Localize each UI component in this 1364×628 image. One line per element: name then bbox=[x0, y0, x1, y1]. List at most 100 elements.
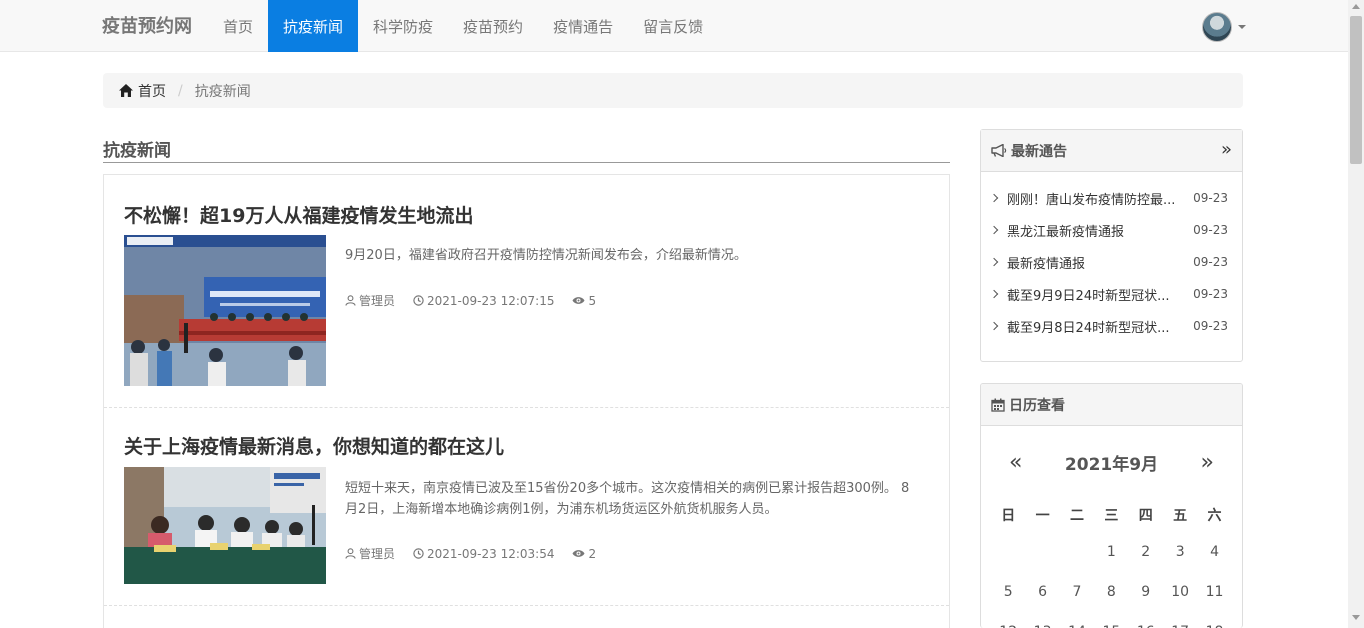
nav-notices[interactable]: 疫情通告 bbox=[538, 0, 628, 52]
calendar-day[interactable]: 6 bbox=[1025, 572, 1059, 612]
calendar-day[interactable]: 3 bbox=[1163, 532, 1197, 572]
scrollbar-thumb[interactable] bbox=[1350, 16, 1362, 164]
breadcrumb: 首页 / 抗疫新闻 bbox=[103, 73, 1243, 108]
notice-item[interactable]: 黑龙江最新疫情通报 09-23 bbox=[981, 214, 1242, 246]
calendar-icon bbox=[991, 398, 1005, 412]
calendar-day[interactable]: 1 bbox=[1094, 532, 1128, 572]
notice-item[interactable]: 截至9月9日24时新型冠状... 09-23 bbox=[981, 278, 1242, 310]
notice-date: 09-23 bbox=[1193, 191, 1228, 205]
calendar-day[interactable]: 17 bbox=[1163, 612, 1197, 628]
main-nav: 首页 抗疫新闻 科学防疫 疫苗预约 疫情通告 留言反馈 bbox=[208, 0, 718, 52]
news-meta: 管理员 2021-09-23 12:07:15 5 bbox=[345, 292, 614, 309]
news-thumbnail[interactable] bbox=[124, 467, 326, 584]
chevron-right-icon bbox=[989, 257, 999, 267]
news-list: 不松懈！超19万人从福建疫情发生地流出 9月20日，福建省政府召开疫情防控情况新… bbox=[103, 174, 950, 628]
calendar-day[interactable]: 13 bbox=[1025, 612, 1059, 628]
news-views: 2 bbox=[588, 546, 597, 561]
notice-title[interactable]: 截至9月9日24时新型冠状... bbox=[1007, 285, 1183, 304]
calendar-day[interactable]: 2 bbox=[1129, 532, 1163, 572]
breadcrumb-current: 抗疫新闻 bbox=[194, 83, 251, 100]
brand-logo[interactable]: 疫苗预约网 bbox=[102, 0, 192, 52]
calendar-day[interactable]: 15 bbox=[1094, 612, 1128, 628]
nav-vaccine-booking[interactable]: 疫苗预约 bbox=[448, 0, 538, 52]
caret-down-icon bbox=[1238, 25, 1246, 29]
calendar-day[interactable]: 9 bbox=[1129, 572, 1163, 612]
calendar-day[interactable]: 12 bbox=[991, 612, 1025, 628]
calendar-day[interactable]: 16 bbox=[1129, 612, 1163, 628]
notice-date: 09-23 bbox=[1193, 319, 1228, 333]
calendar-panel: 日历查看 « 2021年9月 » 日 一 二 三 四 五 六 1 2 3 4 5… bbox=[980, 383, 1243, 628]
news-datetime: 2021-09-23 12:03:54 bbox=[427, 546, 555, 561]
nav-home[interactable]: 首页 bbox=[208, 0, 268, 52]
weekday-label: 一 bbox=[1035, 508, 1050, 524]
calendar-day-empty bbox=[1025, 532, 1059, 572]
notice-item[interactable]: 截至9月8日24时新型冠状... 09-23 bbox=[981, 310, 1242, 342]
calendar-month: 2021年9月 bbox=[1064, 454, 1159, 475]
nav-prevention[interactable]: 科学防疫 bbox=[358, 0, 448, 52]
news-author: 管理员 bbox=[359, 294, 396, 308]
notice-date: 09-23 bbox=[1193, 255, 1228, 269]
more-chevrons-icon[interactable]: » bbox=[1221, 141, 1232, 159]
notice-date: 09-23 bbox=[1193, 223, 1228, 237]
calendar-day[interactable]: 14 bbox=[1060, 612, 1094, 628]
user-icon bbox=[345, 548, 356, 559]
scroll-up-arrow-icon[interactable] bbox=[1352, 4, 1360, 9]
calendar-day[interactable]: 5 bbox=[991, 572, 1025, 612]
weekday-label: 六 bbox=[1207, 508, 1222, 524]
home-icon bbox=[119, 84, 133, 97]
calendar-day[interactable]: 10 bbox=[1163, 572, 1197, 612]
notice-title[interactable]: 截至9月8日24时新型冠状... bbox=[1007, 317, 1183, 336]
user-menu[interactable] bbox=[1202, 12, 1246, 42]
calendar-grid: 日 一 二 三 四 五 六 1 2 3 4 5 6 7 8 9 10 11 12… bbox=[981, 498, 1242, 628]
notice-title[interactable]: 刚刚！唐山发布疫情防控最... bbox=[1007, 189, 1183, 208]
notice-item[interactable]: 刚刚！唐山发布疫情防控最... 09-23 bbox=[981, 182, 1242, 214]
news-title[interactable]: 不松懈！超19万人从福建疫情发生地流出 bbox=[124, 201, 473, 228]
scrollbar[interactable] bbox=[1348, 0, 1364, 628]
news-author: 管理员 bbox=[359, 547, 396, 561]
notice-list: 刚刚！唐山发布疫情防控最... 09-23 黑龙江最新疫情通报 09-23 最新疫情… bbox=[981, 172, 1242, 342]
notices-title: 最新通告 bbox=[1011, 143, 1067, 160]
breadcrumb-home-link[interactable]: 首页 bbox=[138, 81, 166, 101]
chevron-right-icon bbox=[989, 289, 999, 299]
calendar-panel-header: 日历查看 bbox=[981, 384, 1242, 426]
weekday-label: 四 bbox=[1138, 508, 1153, 524]
news-thumbnail[interactable] bbox=[124, 235, 326, 386]
calendar-day[interactable]: 18 bbox=[1197, 612, 1231, 628]
news-title[interactable]: 关于上海疫情最新消息，你想知道的都在这儿 bbox=[124, 432, 504, 459]
nav-news[interactable]: 抗疫新闻 bbox=[268, 0, 359, 52]
megaphone-icon bbox=[991, 144, 1007, 157]
calendar-day[interactable]: 11 bbox=[1197, 572, 1231, 612]
notice-title[interactable]: 最新疫情通报 bbox=[1007, 253, 1183, 272]
next-month-icon[interactable]: » bbox=[1201, 450, 1214, 475]
weekday-label: 五 bbox=[1173, 508, 1188, 524]
calendar-day[interactable]: 7 bbox=[1060, 572, 1094, 612]
calendar-day-empty bbox=[1060, 532, 1094, 572]
notice-item[interactable]: 最新疫情通报 09-23 bbox=[981, 246, 1242, 278]
user-icon bbox=[345, 295, 356, 306]
notice-title[interactable]: 黑龙江最新疫情通报 bbox=[1007, 221, 1183, 240]
avatar[interactable] bbox=[1202, 12, 1232, 42]
calendar-day-empty bbox=[991, 532, 1025, 572]
weekday-label: 二 bbox=[1069, 508, 1084, 524]
news-views: 5 bbox=[588, 293, 597, 308]
news-item[interactable]: 不松懈！超19万人从福建疫情发生地流出 9月20日，福建省政府召开疫情防控情况新… bbox=[104, 175, 949, 408]
news-item[interactable]: 关于上海疫情最新消息，你想知道的都在这儿 短短十来天，南京疫情已波及至15省份2… bbox=[104, 408, 949, 606]
news-description: 短短十来天，南京疫情已波及至15省份20多个城市。这次疫情相关的病例已累计报告超… bbox=[345, 481, 910, 517]
clock-icon bbox=[413, 548, 424, 559]
chevron-right-icon bbox=[989, 321, 999, 331]
nav-feedback[interactable]: 留言反馈 bbox=[628, 0, 718, 52]
navbar: 疫苗预约网 首页 抗疫新闻 科学防疫 疫苗预约 疫情通告 留言反馈 bbox=[0, 0, 1348, 52]
chevron-right-icon bbox=[989, 193, 999, 203]
notices-panel: 最新通告 » 刚刚！唐山发布疫情防控最... 09-23 黑龙江最新疫情通报 09-… bbox=[980, 129, 1243, 362]
notices-panel-header: 最新通告 » bbox=[981, 130, 1242, 172]
scroll-down-arrow-icon[interactable] bbox=[1352, 615, 1360, 620]
weekday-label: 三 bbox=[1104, 508, 1119, 524]
news-datetime: 2021-09-23 12:07:15 bbox=[427, 293, 555, 308]
notice-date: 09-23 bbox=[1193, 287, 1228, 301]
calendar-day[interactable]: 4 bbox=[1197, 532, 1231, 572]
calendar-title: 日历查看 bbox=[1009, 397, 1065, 414]
calendar-day[interactable]: 8 bbox=[1094, 572, 1128, 612]
prev-month-icon[interactable]: « bbox=[1009, 450, 1022, 475]
calendar-month-nav: « 2021年9月 » bbox=[981, 426, 1242, 498]
breadcrumb-separator: / bbox=[178, 82, 183, 99]
